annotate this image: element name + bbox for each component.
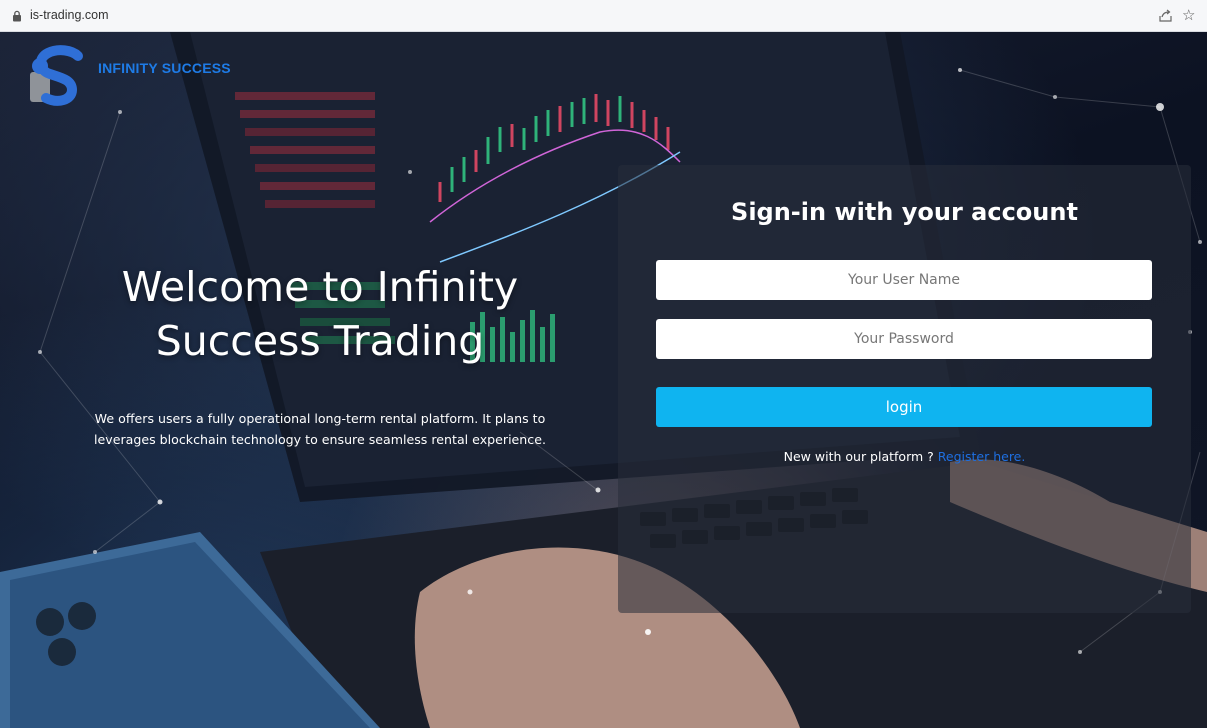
login-title: Sign-in with your account [731,198,1078,226]
lock-icon [13,10,21,22]
register-row: New with our platform ? Register here. [618,449,1191,464]
hero-subtitle: We offers users a fully operational long… [40,408,600,450]
landing-page: INFINITY SUCCESS Welcome to Infinity Suc… [0,32,1207,728]
share-icon[interactable] [1158,8,1173,23]
hero-subtitle-line-2: leverages blockchain technology to ensur… [94,432,546,447]
register-prompt: New with our platform ? [783,449,934,464]
browser-address-bar: is-trading.com ☆ [0,0,1207,32]
login-card: Sign-in with your account login New with… [618,165,1191,613]
login-button[interactable]: login [656,387,1152,427]
star-icon[interactable]: ☆ [1182,6,1195,24]
hero-title-line-1: Welcome to Infinity [121,263,519,311]
brand-name[interactable]: INFINITY SUCCESS [98,60,231,76]
hero-subtitle-line-1: We offers users a fully operational long… [94,411,546,426]
password-input[interactable] [656,319,1152,359]
username-input[interactable] [656,260,1152,300]
url-text[interactable]: is-trading.com [30,8,109,22]
infinity-s-logo-icon[interactable] [28,44,90,106]
hero-title-line-2: Success Trading [155,317,485,365]
hero-title: Welcome to Infinity Success Trading [40,260,600,368]
register-link[interactable]: Register here. [938,449,1026,464]
